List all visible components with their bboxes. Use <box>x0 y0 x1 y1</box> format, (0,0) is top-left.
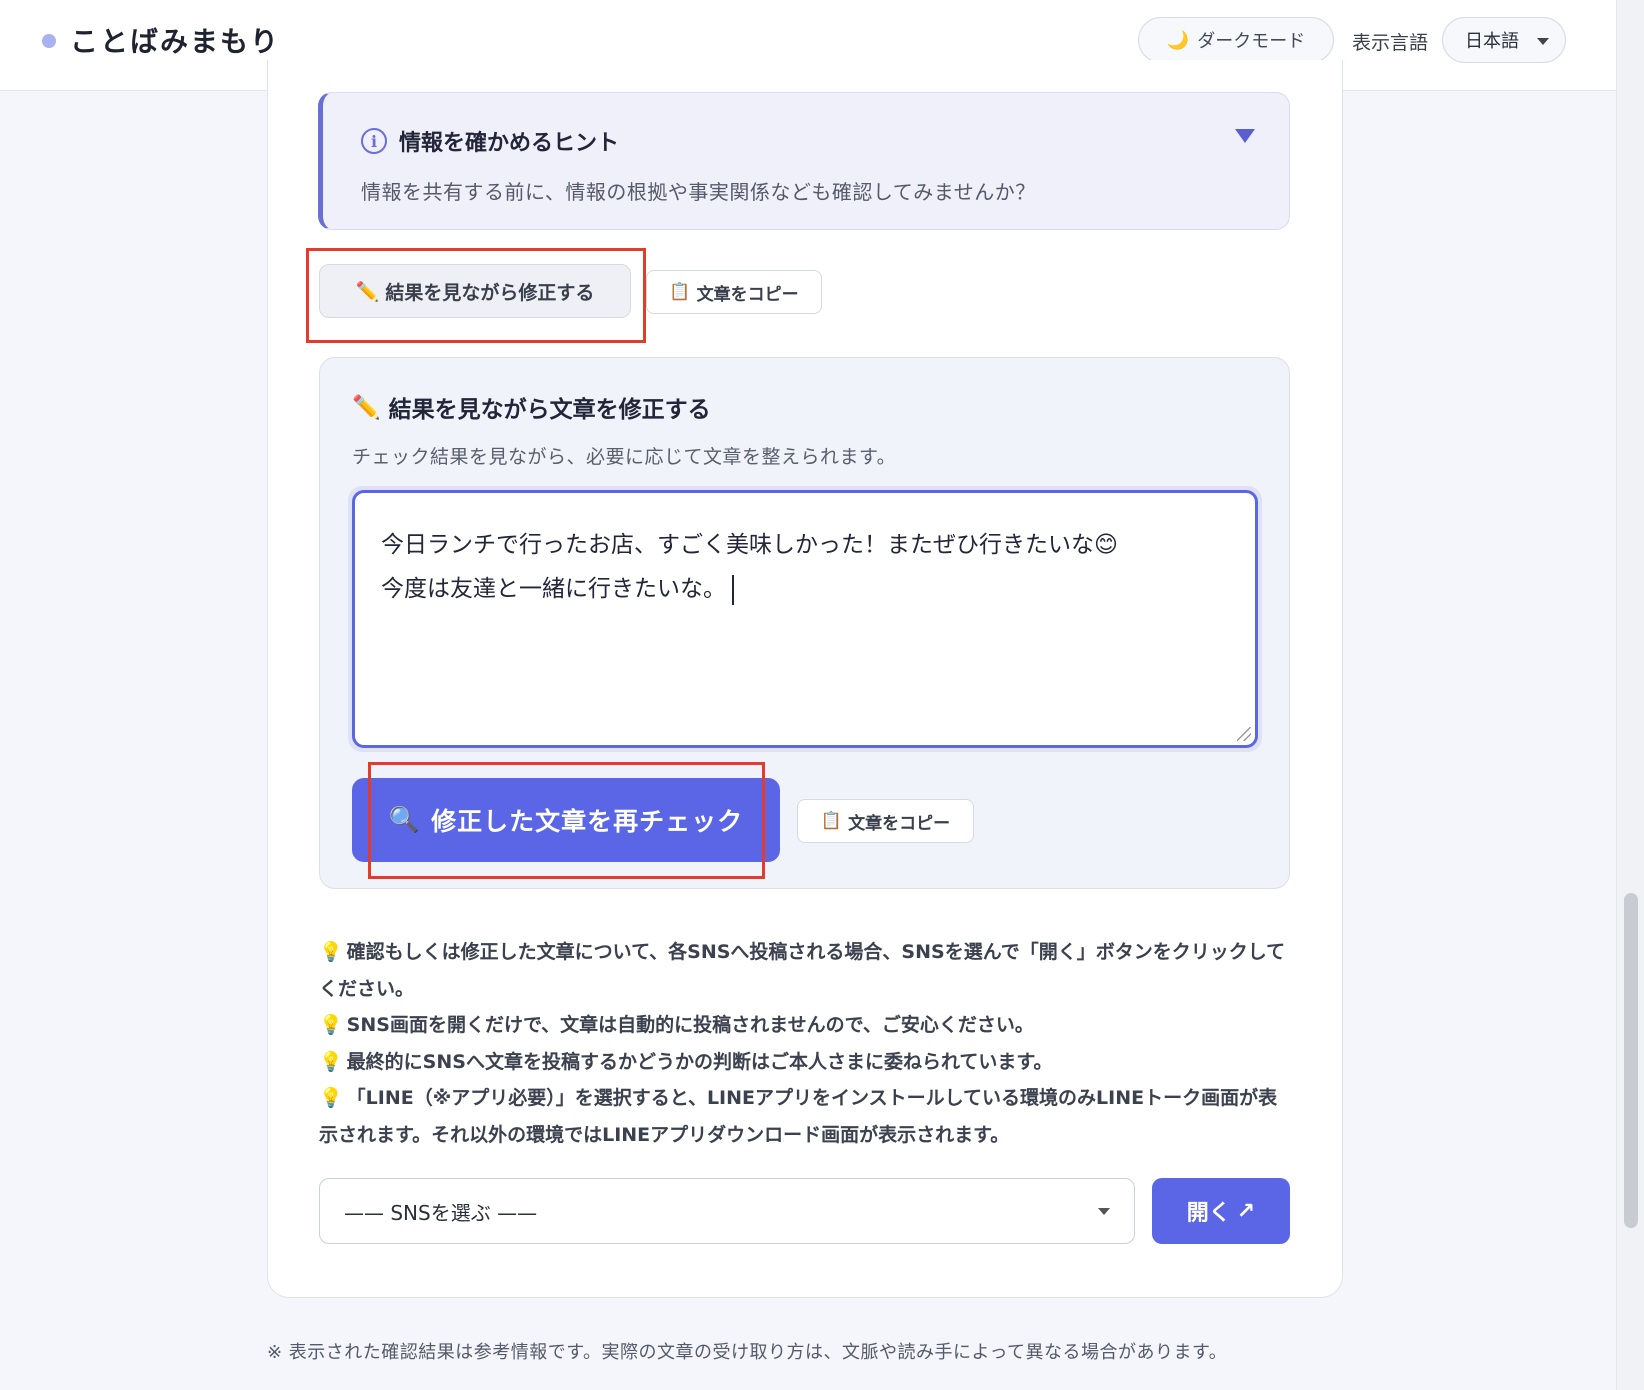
lightbulb-icon: 💡 <box>319 941 343 963</box>
lightbulb-icon: 💡 <box>319 1014 343 1036</box>
copy-button-label: 文章をコピー <box>696 284 799 305</box>
dark-mode-label: ダークモード <box>1197 31 1306 52</box>
hint-panel[interactable]: i 情報を確かめるヒント 情報を共有する前に、情報の根拠や事実関係なども確認して… <box>318 92 1290 230</box>
external-link-icon: ↗ <box>1236 1198 1256 1224</box>
resize-handle-icon[interactable] <box>1237 727 1251 741</box>
editor-line-2-text: 今度は友達と一緒に行きたいな。 <box>381 576 726 602</box>
language-value: 日本語 <box>1465 31 1519 52</box>
note-item: 💡 最終的にSNSへ文章を投稿するかどうかの判断はご本人さまに委ねられています。 <box>319 1044 1291 1081</box>
text-editor-focus-ring: 今日ランチで行ったお店、すごく美味しかった！またぜひ行きたいな😊 今度は友達と一… <box>348 486 1262 752</box>
brand-dot-icon <box>42 34 56 48</box>
note-item: 💡 SNS画面を開くだけで、文章は自動的に投稿されませんので、ご安心ください。 <box>319 1007 1291 1044</box>
lightbulb-icon: 💡 <box>319 1087 343 1109</box>
copy-text-button[interactable]: 📋 文章をコピー <box>646 270 822 314</box>
open-button-label: 開く <box>1186 1201 1231 1226</box>
dark-mode-button[interactable]: 🌙 ダークモード <box>1138 17 1334 63</box>
chevron-down-icon <box>1098 1208 1110 1215</box>
text-cursor <box>732 574 734 605</box>
editor-title-text: 結果を見ながら文章を修正する <box>388 397 711 423</box>
moon-icon: 🌙 <box>1166 29 1190 51</box>
text-editor[interactable]: 今日ランチで行ったお店、すごく美味しかった！またぜひ行きたいな😊 今度は友達と一… <box>352 490 1258 748</box>
highlight-box-recheck <box>368 762 765 879</box>
language-label: 表示言語 <box>1352 32 1429 54</box>
sns-select-value: —— SNSを選ぶ —— <box>344 1200 538 1225</box>
highlight-box-edit <box>306 248 646 343</box>
clipboard-icon: 📋 <box>820 811 843 831</box>
note-text: 確認もしくは修正した文章について、各SNSへ投稿される場合、SNSを選んで「開く… <box>319 941 1286 1000</box>
editor-line-2: 今度は友達と一緒に行きたいな。 <box>381 567 1229 611</box>
info-icon: i <box>361 128 387 154</box>
sns-notes: 💡 確認もしくは修正した文章について、各SNSへ投稿される場合、SNSを選んで「開… <box>319 934 1291 1153</box>
collapse-triangle-icon[interactable] <box>1235 129 1255 143</box>
note-item: 💡 確認もしくは修正した文章について、各SNSへ投稿される場合、SNSを選んで「開… <box>319 934 1291 1007</box>
clipboard-icon: 📋 <box>669 282 691 302</box>
sns-select[interactable]: —— SNSを選ぶ —— <box>319 1178 1135 1244</box>
hint-text: 情報を共有する前に、情報の根拠や事実関係なども確認してみませんか？ <box>361 180 1036 204</box>
copy-edited-label: 文章をコピー <box>848 813 951 834</box>
note-text: 「LINE（※アプリ必要）」を選択すると、LINEアプリをインストールしている環… <box>319 1087 1278 1146</box>
footer-disclaimer: ※ 表示された確認結果は参考情報です。実際の文章の受け取り方は、文脈や読み手によ… <box>267 1342 1228 1363</box>
note-item: 💡 「LINE（※アプリ必要）」を選択すると、LINEアプリをインストールしている… <box>319 1080 1291 1153</box>
pencil-icon: ✏️ <box>352 394 381 421</box>
open-sns-button[interactable]: 開く ↗ <box>1152 1178 1290 1244</box>
editor-line-1: 今日ランチで行ったお店、すごく美味しかった！またぜひ行きたいな😊 <box>381 532 1118 558</box>
editor-title: ✏️ 結果を見ながら文章を修正する <box>352 390 711 424</box>
note-text: SNS画面を開くだけで、文章は自動的に投稿されませんので、ご安心ください。 <box>346 1014 1034 1036</box>
chevron-down-icon <box>1537 38 1549 45</box>
scrollbar-thumb[interactable] <box>1624 893 1638 1228</box>
note-text: 最終的にSNSへ文章を投稿するかどうかの判断はご本人さまに委ねられています。 <box>346 1050 1053 1073</box>
lightbulb-icon: 💡 <box>319 1050 343 1073</box>
hint-title: i 情報を確かめるヒント <box>361 125 619 157</box>
language-select[interactable]: 日本語 <box>1442 17 1566 63</box>
hint-title-text: 情報を確かめるヒント <box>399 131 620 156</box>
copy-edited-text-button[interactable]: 📋 文章をコピー <box>797 799 974 843</box>
brand-title[interactable]: ことばみまもり <box>70 20 280 60</box>
editor-description: チェック結果を見ながら、必要に応じて文章を整えられます。 <box>352 446 897 468</box>
